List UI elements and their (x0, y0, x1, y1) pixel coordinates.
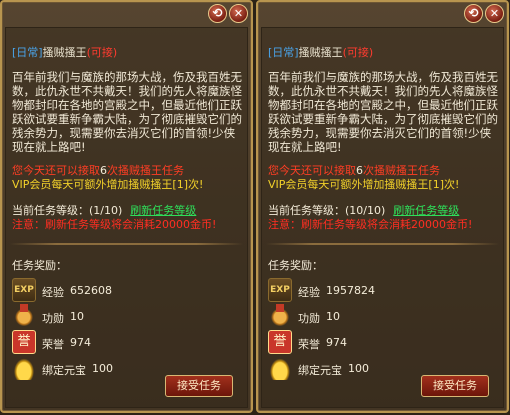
quest-body: [日常]搔贼搔王(可接) 百年前我们与魔族的那场大战，伤及我百姓无数，此仇永世不… (261, 27, 504, 408)
daily-count: 6 (356, 164, 363, 177)
daily-text-2: 次搔贼搔王任务 (363, 164, 440, 177)
reward-value: 1957824 (326, 284, 375, 297)
quest-name: 搔贼搔王 (298, 46, 343, 59)
reward-label: 经验 (298, 286, 320, 299)
quest-body: [日常]搔贼搔王(可接) 百年前我们与魔族的那场大战，伤及我百姓无数，此仇永世不… (5, 27, 248, 408)
daily-info: 您今天还可以接取6次搔贼搔王任务 VIP会员每天可额外增加搔贼搔王[1]次! (268, 164, 504, 192)
panel-titlebar: ⟲ ✕ (2, 2, 251, 26)
reward-value: 100 (348, 362, 369, 375)
honor-icon: 誉 (268, 330, 292, 354)
refresh-note: 注意：刷新任务等级将会消耗20000金币! (268, 218, 473, 231)
medal-icon (268, 304, 292, 328)
reward-label: 绑定元宝 (298, 364, 342, 377)
reward-label: 荣誉 (42, 338, 64, 351)
reward-value: 10 (326, 310, 340, 323)
daily-count: 6 (100, 164, 107, 177)
quest-title: [日常]搔贼搔王(可接) (12, 44, 117, 60)
vip-line: VIP会员每天可额外增加搔贼搔王[1]次! (12, 178, 204, 191)
refresh-note: 注意：刷新任务等级将会消耗20000金币! (12, 218, 217, 231)
reward-label: 绑定元宝 (42, 364, 86, 377)
divider (10, 243, 243, 245)
reward-label: 功勋 (42, 312, 64, 325)
divider (266, 243, 499, 245)
close-button[interactable]: ✕ (229, 4, 248, 23)
daily-text-1: 您今天还可以接取 (12, 164, 100, 177)
reward-value: 652608 (70, 284, 112, 297)
exp-icon: EXP (12, 278, 36, 302)
vip-line: VIP会员每天可额外增加搔贼搔王[1]次! (268, 178, 460, 191)
reward-label: 荣誉 (298, 338, 320, 351)
accept-quest-button[interactable]: 接受任务 (165, 375, 233, 397)
exp-icon: EXP (268, 278, 292, 302)
daily-text-1: 您今天还可以接取 (268, 164, 356, 177)
reward-value: 10 (70, 310, 84, 323)
reward-label: 经验 (42, 286, 64, 299)
honor-icon: 誉 (12, 330, 36, 354)
quest-tag: [日常] (12, 46, 43, 59)
ingot-icon (268, 356, 292, 380)
accept-quest-button[interactable]: 接受任务 (421, 375, 489, 397)
restore-button[interactable]: ⟲ (208, 4, 227, 23)
daily-text-2: 次搔贼搔王任务 (107, 164, 184, 177)
reward-value: 974 (326, 336, 347, 349)
daily-info: 您今天还可以接取6次搔贼搔王任务 VIP会员每天可额外增加搔贼搔王[1]次! (12, 164, 248, 192)
quest-title: [日常]搔贼搔王(可接) (268, 44, 373, 60)
quest-tag: [日常] (268, 46, 299, 59)
rewards-title: 任务奖励： (12, 259, 67, 272)
quest-description: 百年前我们与魔族的那场大战，伤及我百姓无数，此仇永世不共戴天！我们的先人将魔族怪… (12, 70, 242, 154)
reward-value: 100 (92, 362, 113, 375)
quest-state: (可接) (86, 46, 118, 59)
quest-panel-left: ⟲ ✕ [日常]搔贼搔王(可接) 百年前我们与魔族的那场大战，伤及我百姓无数，此… (0, 0, 253, 413)
panel-titlebar: ⟲ ✕ (258, 2, 507, 26)
rewards-title: 任务奖励： (268, 259, 323, 272)
reward-label: 功勋 (298, 312, 320, 325)
restore-button[interactable]: ⟲ (464, 4, 483, 23)
quest-state: (可接) (342, 46, 374, 59)
quest-description: 百年前我们与魔族的那场大战，伤及我百姓无数，此仇永世不共戴天！我们的先人将魔族怪… (268, 70, 498, 154)
close-button[interactable]: ✕ (485, 4, 504, 23)
ingot-icon (12, 356, 36, 380)
reward-value: 974 (70, 336, 91, 349)
medal-icon (12, 304, 36, 328)
quest-panel-right: ⟲ ✕ [日常]搔贼搔王(可接) 百年前我们与魔族的那场大战，伤及我百姓无数，此… (256, 0, 509, 413)
quest-name: 搔贼搔王 (42, 46, 87, 59)
